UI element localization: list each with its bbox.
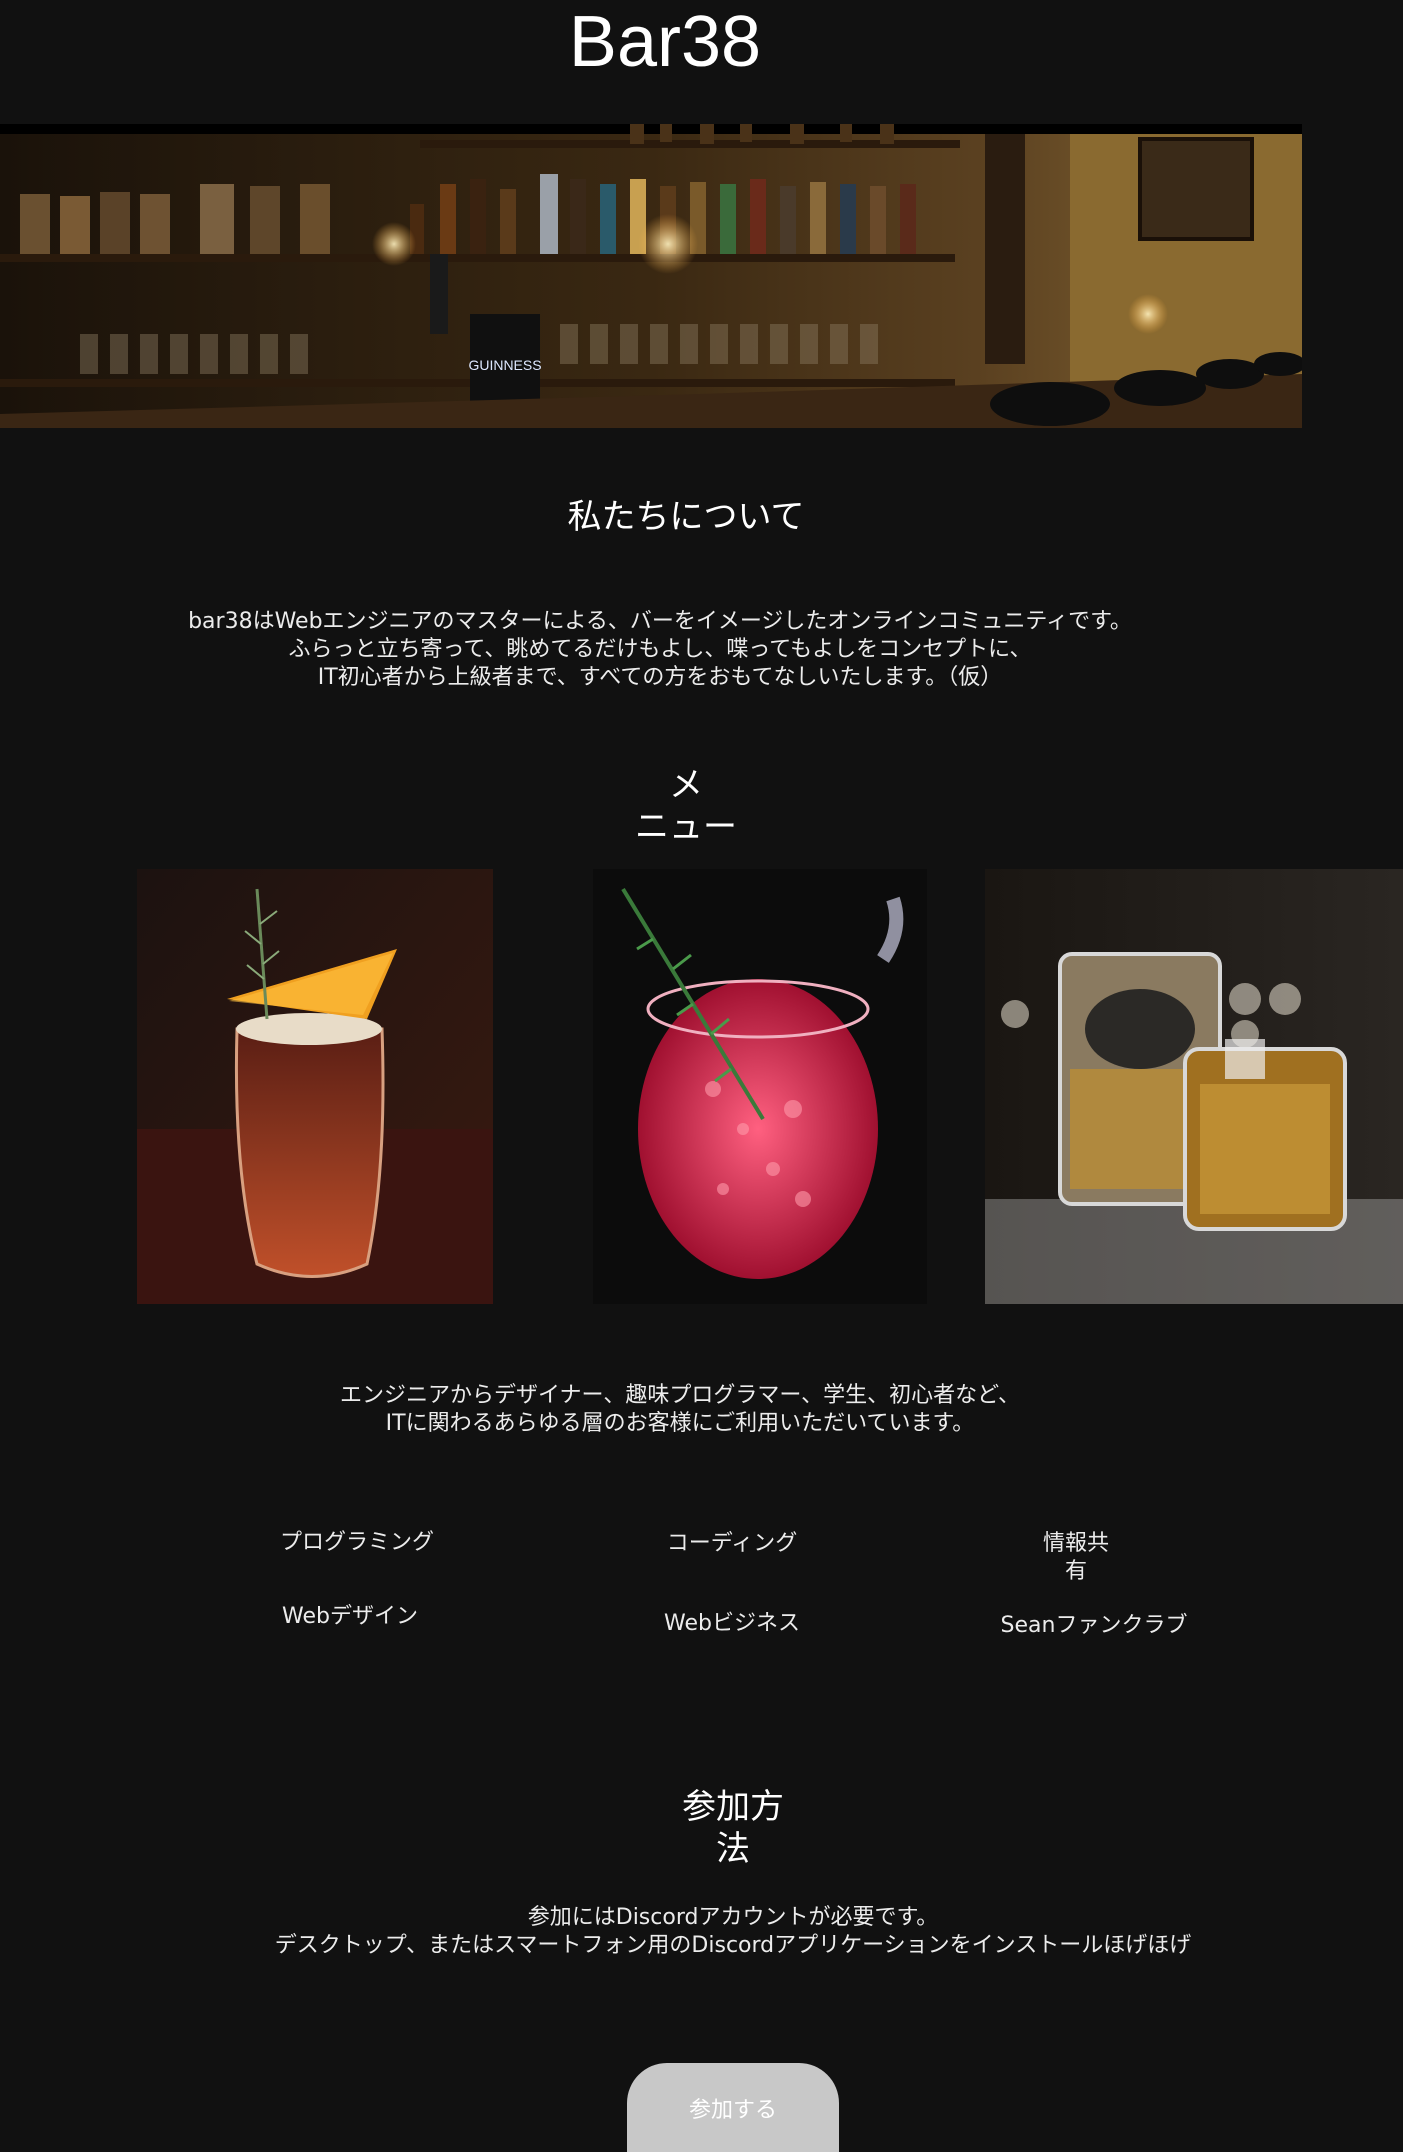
whisky-glasses-photo	[985, 869, 1403, 1304]
join-title-line: 法	[716, 1829, 750, 1869]
topic-programming: プログラミング	[279, 1530, 434, 1555]
about-line: IT初心者から上級者まで、すべての方をおもてなしいたします。（仮）	[317, 665, 1003, 690]
topic-web-business: Webビジネス	[664, 1611, 800, 1636]
topic-info-sharing-line: 有	[1064, 1559, 1087, 1584]
hero-bar-image: GUINNESS	[0, 124, 1302, 428]
join-button[interactable]: 参加する	[627, 2063, 839, 2152]
menu-title-line: ニュー	[635, 807, 737, 847]
site-title: Bar38	[568, 2, 762, 82]
topic-coding: コーディング	[666, 1531, 798, 1556]
menu-title-line: メ	[669, 765, 703, 805]
about-line: bar38はWebエンジニアのマスターによる、バーをイメージしたオンラインコミュ…	[188, 609, 1132, 634]
topic-info-sharing: 情報共 有	[996, 1530, 1156, 1586]
join-line: デスクトップ、またはスマートフォン用のDiscordアプリケーションをインストー…	[274, 1933, 1192, 1958]
join-text: 参加にはDiscordアカウントが必要です。 デスクトップ、またはスマートフォン…	[0, 1904, 1403, 1960]
topic-info-sharing-line: 情報共	[1042, 1531, 1109, 1556]
page: Bar38 GUINNESS 私たちについて bar38はWebエンジニアのマス…	[0, 0, 1403, 2152]
about-text: bar38はWebエンジニアのマスターによる、バーをイメージしたオンラインコミュ…	[0, 608, 1320, 692]
cocktail-orange-photo	[137, 869, 493, 1304]
audience-text: エンジニアからデザイナー、趣味プログラマー、学生、初心者など、 ITに関わるあら…	[0, 1382, 1360, 1438]
audience-line: ITに関わるあらゆる層のお客様にご利用いただいています。	[385, 1411, 975, 1436]
topic-web-design: Webデザイン	[282, 1604, 418, 1629]
menu-title: メ ニュー	[0, 764, 1372, 848]
about-line: ふらっと立ち寄って、眺めてるだけもよし、喋ってもよしをコンセプトに、	[288, 637, 1032, 662]
about-title: 私たちについて	[567, 497, 805, 537]
svg-text:GUINNESS: GUINNESS	[468, 357, 541, 373]
join-title-line: 参加方	[682, 1787, 784, 1827]
join-line: 参加にはDiscordアカウントが必要です。	[527, 1905, 939, 1930]
topic-sean-fanclub: Seanファンクラブ	[1000, 1613, 1188, 1638]
join-title: 参加方 法	[0, 1786, 1403, 1870]
audience-line: エンジニアからデザイナー、趣味プログラマー、学生、初心者など、	[339, 1383, 1021, 1408]
cocktail-red-photo	[593, 869, 927, 1304]
